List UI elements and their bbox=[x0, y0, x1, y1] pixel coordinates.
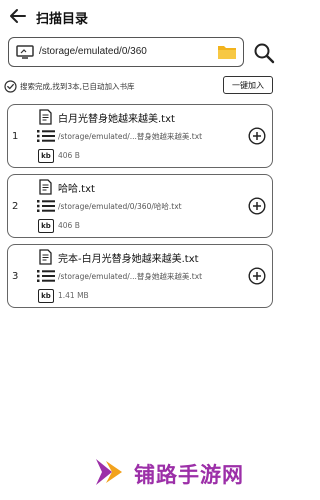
document-icon bbox=[39, 109, 52, 125]
arrow-left-icon bbox=[10, 9, 26, 23]
file-name: 完本-白月光替身她越来越美.txt bbox=[58, 254, 199, 265]
watermark-logo-icon bbox=[96, 459, 122, 485]
file-name: 白月光替身她越来越美.txt bbox=[58, 114, 175, 125]
list-icon bbox=[37, 200, 55, 212]
path-input[interactable]: /storage/emulated/0/360 bbox=[8, 37, 244, 67]
file-index: 3 bbox=[12, 271, 19, 282]
file-index: 2 bbox=[12, 201, 19, 212]
list-icon bbox=[37, 130, 55, 142]
watermark-text: 铺路手游网 bbox=[134, 463, 244, 487]
monitor-icon bbox=[16, 45, 34, 59]
file-size: 1.41 MB bbox=[58, 291, 89, 300]
file-size: 406 B bbox=[58, 221, 80, 230]
path-text: /storage/emulated/0/360 bbox=[39, 46, 147, 57]
document-icon bbox=[39, 179, 52, 195]
plus-circle-icon[interactable] bbox=[248, 267, 266, 285]
folder-icon[interactable] bbox=[217, 43, 237, 61]
list-icon bbox=[37, 270, 55, 282]
file-card[interactable]: 3 完本-白月光替身她越来越美.txt /storage/emulated/..… bbox=[7, 244, 273, 308]
page-title: 扫描目录 bbox=[36, 12, 89, 27]
kb-icon: kb bbox=[38, 289, 54, 303]
file-name: 哈哈.txt bbox=[58, 184, 95, 195]
file-path: /storage/emulated/0/360/哈哈.txt bbox=[58, 202, 182, 211]
file-card[interactable]: 1 白月光替身她越来越美.txt /storage/emulated/...替身… bbox=[7, 104, 273, 168]
file-path: /storage/emulated/...替身她越来越美.txt bbox=[58, 272, 203, 281]
check-circle-icon bbox=[4, 79, 17, 93]
watermark: 铺路手游网 bbox=[92, 455, 277, 491]
file-card[interactable]: 2 哈哈.txt /storage/emulated/0/360/哈哈.txt … bbox=[7, 174, 273, 238]
kb-icon: kb bbox=[38, 149, 54, 163]
document-icon bbox=[39, 249, 52, 265]
plus-circle-icon[interactable] bbox=[248, 197, 266, 215]
status-row: 搜索完成,找到3本,已自动加入书库 bbox=[4, 78, 135, 94]
back-button[interactable] bbox=[8, 6, 28, 26]
kb-icon: kb bbox=[38, 219, 54, 233]
plus-circle-icon[interactable] bbox=[248, 127, 266, 145]
file-index: 1 bbox=[12, 131, 19, 142]
status-message: 搜索完成,找到3本,已自动加入书库 bbox=[20, 81, 135, 91]
file-path: /storage/emulated/...替身她越来越美.txt bbox=[58, 132, 203, 141]
file-size: 406 B bbox=[58, 151, 80, 160]
add-all-button[interactable]: 一键加入 bbox=[223, 76, 273, 94]
search-icon bbox=[254, 43, 275, 64]
search-button[interactable] bbox=[253, 42, 275, 64]
header-bar: 扫描目录 bbox=[0, 0, 281, 34]
